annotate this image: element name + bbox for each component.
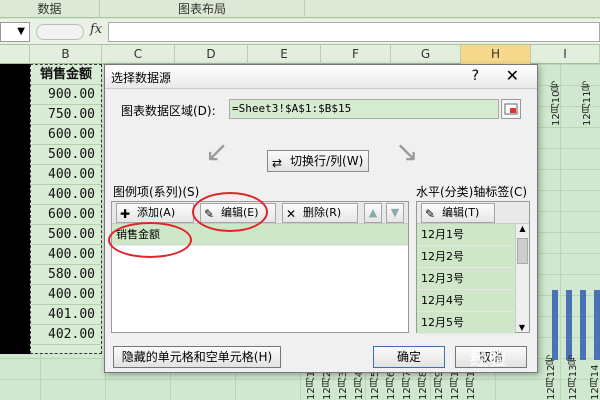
cell-value[interactable]: 402.00: [31, 325, 101, 345]
column-header-h[interactable]: H: [461, 45, 531, 64]
column-header-i[interactable]: I: [531, 45, 600, 64]
ok-button[interactable]: 确定: [373, 346, 445, 368]
delete-series-button[interactable]: ✕ 删除(R): [282, 203, 358, 223]
column-headers: B C D E F G H I: [0, 45, 600, 64]
axis-scrollbar[interactable]: ▲ ▼: [515, 224, 529, 332]
dialog-titlebar[interactable]: 选择数据源 ? ✕: [105, 65, 537, 89]
axis-section-label: 水平(分类)轴标签(C): [416, 185, 528, 199]
cell-value[interactable]: 401.00: [31, 305, 101, 325]
arrow-left-icon: ↙: [205, 135, 229, 168]
cell-value[interactable]: 400.00: [31, 245, 101, 265]
scroll-down-icon[interactable]: ▼: [516, 323, 528, 332]
range-input[interactable]: =Sheet3!$A$1:$B$15: [229, 99, 499, 119]
column-header-g[interactable]: G: [391, 45, 461, 64]
axis-label-item[interactable]: 12月3号: [417, 268, 515, 290]
cell-value[interactable]: 500.00: [31, 225, 101, 245]
header-cell-sales[interactable]: 销售金额: [31, 65, 101, 85]
switch-row-column-label: 切换行/列(W): [290, 154, 364, 168]
delete-series-label: 删除(R): [303, 206, 342, 219]
switch-row-column-button[interactable]: ⇄ 切换行/列(W): [267, 150, 369, 172]
axis-label-item[interactable]: 12月5号: [417, 312, 515, 334]
cell-value[interactable]: 400.00: [31, 285, 101, 305]
series-list: 销售金额: [112, 224, 408, 246]
move-up-button[interactable]: ▲: [364, 203, 382, 223]
edit-series-label: 编辑(E): [221, 206, 259, 219]
edit-icon: ✎: [204, 207, 215, 221]
chart-axis-label: 12月10号: [551, 80, 562, 126]
hidden-empty-cells-button[interactable]: 隐藏的单元格和空单元格(H): [113, 346, 281, 368]
chart-axis-label: 12月12号: [546, 354, 557, 400]
edit-axis-button[interactable]: ✎ 编辑(T): [421, 203, 495, 223]
legend-section-label: 图例项(系列)(S): [113, 185, 200, 199]
ribbon-group-data[interactable]: 数据: [0, 0, 100, 18]
edit-axis-label: 编辑(T): [442, 206, 480, 219]
formula-toolbar: [36, 24, 84, 40]
watermark: 经验: [470, 349, 506, 370]
column-header-b[interactable]: B: [30, 45, 102, 64]
axis-label-item[interactable]: 12月2号: [417, 246, 515, 268]
range-label: 图表数据区域(D):: [121, 104, 216, 118]
cell-value[interactable]: 750.00: [31, 105, 101, 125]
cell-value[interactable]: 400.00: [31, 165, 101, 185]
legend-series-panel: ✚ 添加(A) ✎ 编辑(E) ✕ 删除(R) ▲ ▼ 销售金额: [111, 201, 409, 333]
arrow-right-icon: ↘: [395, 135, 419, 168]
column-header-c[interactable]: C: [102, 45, 175, 64]
series-item[interactable]: 销售金额: [112, 224, 408, 246]
column-header-a[interactable]: [0, 45, 30, 64]
edit-icon: ✎: [425, 207, 436, 221]
axis-toolbar: ✎ 编辑(T): [417, 202, 529, 224]
scroll-up-icon[interactable]: ▲: [516, 224, 529, 233]
chart-axis-label: 12月11号: [582, 80, 593, 126]
close-icon[interactable]: ✕: [506, 66, 519, 85]
cell-value[interactable]: 900.00: [31, 85, 101, 105]
axis-labels-panel: ✎ 编辑(T) 12月1号 12月2号 12月3号 12月4号 12月5号 ▲ ▼: [416, 201, 530, 334]
formula-bar: ▼ fx: [0, 19, 600, 45]
cell-value[interactable]: 580.00: [31, 265, 101, 285]
help-icon[interactable]: ?: [472, 68, 479, 84]
range-select-icon: [504, 103, 518, 115]
add-icon: ✚: [120, 207, 131, 221]
move-down-button[interactable]: ▼: [386, 203, 404, 223]
cell-value[interactable]: 400.00: [31, 185, 101, 205]
axis-label-item[interactable]: 12月1号: [417, 224, 515, 246]
legend-toolbar: ✚ 添加(A) ✎ 编辑(E) ✕ 删除(R) ▲ ▼: [112, 202, 408, 224]
formula-input[interactable]: [108, 22, 600, 42]
axis-label-item[interactable]: 12月4号: [417, 290, 515, 312]
scroll-thumb[interactable]: [517, 238, 528, 264]
name-box-dropdown[interactable]: ▼: [0, 22, 30, 42]
chart-axis-label: 12月14: [590, 364, 600, 400]
cell-value[interactable]: 500.00: [31, 145, 101, 165]
ribbon-group-chart-layout[interactable]: 图表布局: [100, 0, 305, 18]
add-series-label: 添加(A): [137, 206, 176, 219]
select-data-source-dialog: 选择数据源 ? ✕ 图表数据区域(D): =Sheet3!$A$1:$B$15 …: [104, 64, 538, 373]
column-b-cells[interactable]: 销售金额 900.00 750.00 600.00 500.00 400.00 …: [30, 64, 102, 354]
column-a-cells[interactable]: [0, 64, 30, 354]
edit-series-button[interactable]: ✎ 编辑(E): [200, 203, 276, 223]
fx-icon[interactable]: fx: [90, 22, 102, 37]
column-header-d[interactable]: D: [175, 45, 248, 64]
chart-axis-label: 12月13号: [568, 354, 579, 400]
cell-value[interactable]: 600.00: [31, 125, 101, 145]
add-series-button[interactable]: ✚ 添加(A): [116, 203, 194, 223]
collapse-range-button[interactable]: [501, 99, 521, 119]
column-header-e[interactable]: E: [248, 45, 321, 64]
ribbon: 数据 图表布局: [0, 0, 600, 18]
cell-value[interactable]: 600.00: [31, 205, 101, 225]
column-header-f[interactable]: F: [321, 45, 391, 64]
dialog-title: 选择数据源: [111, 71, 172, 85]
axis-label-list: 12月1号 12月2号 12月3号 12月4号 12月5号: [417, 224, 515, 334]
switch-icon: ⇄: [272, 156, 283, 170]
delete-icon: ✕: [286, 207, 297, 221]
